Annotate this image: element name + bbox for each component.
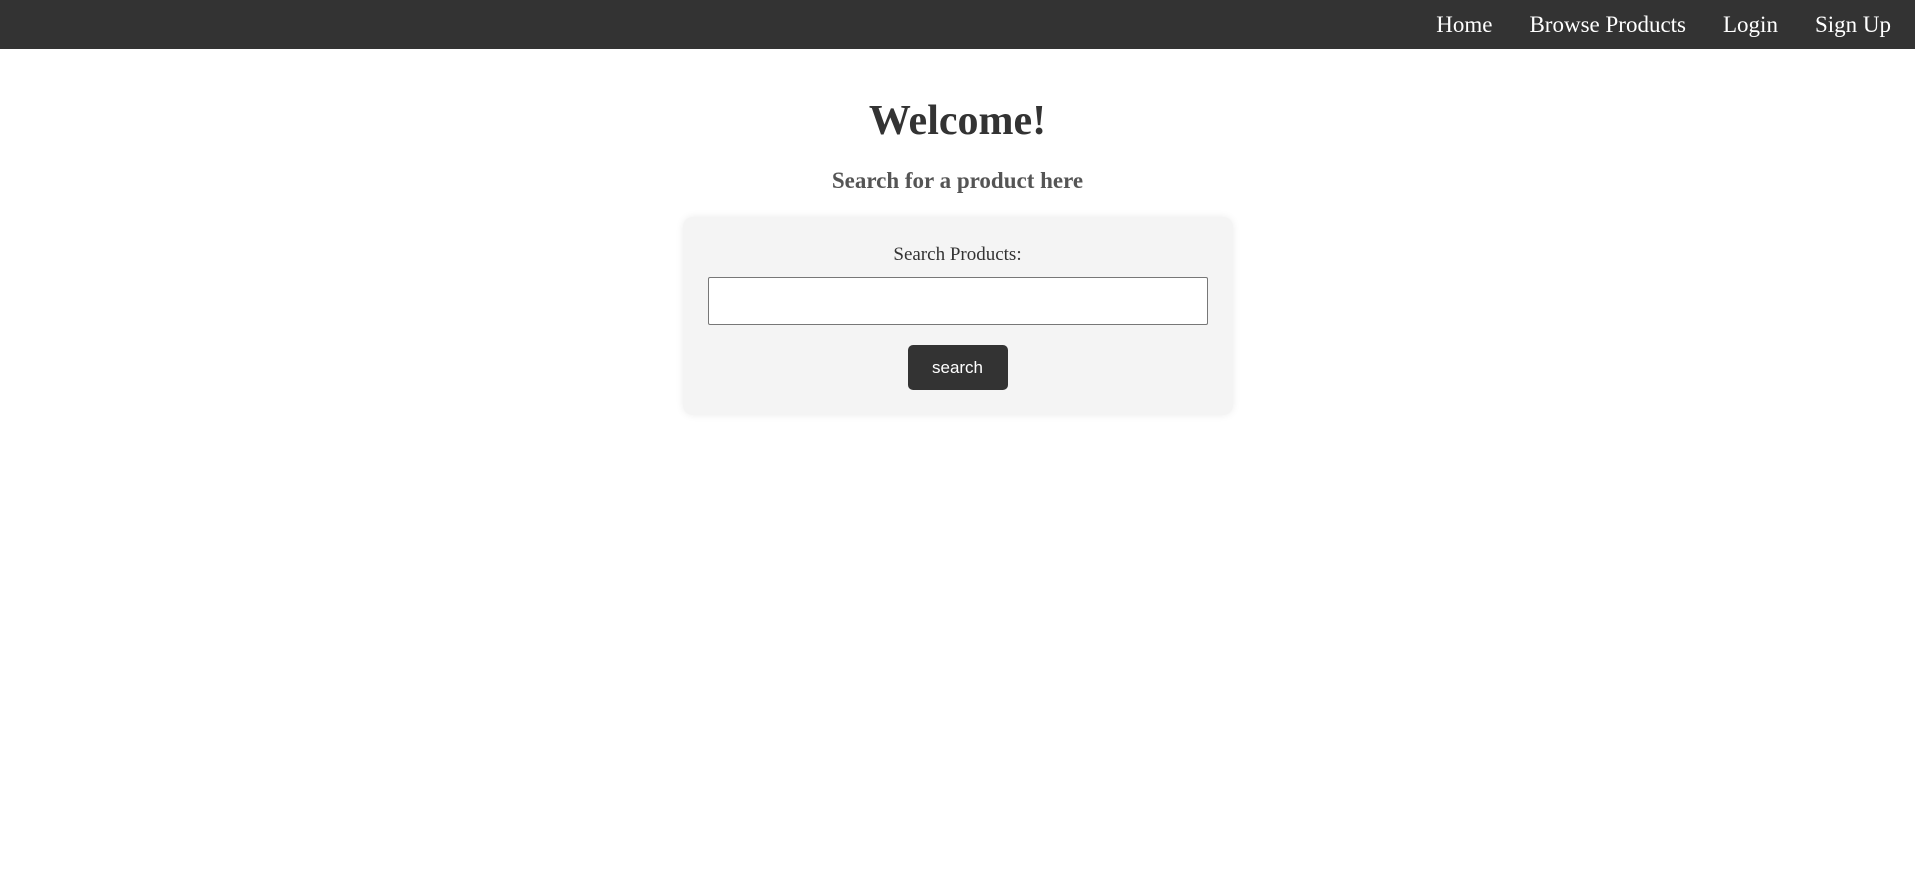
nav-link-home[interactable]: Home	[1436, 12, 1492, 38]
page-subtitle: Search for a product here	[831, 168, 1084, 193]
search-input[interactable]	[707, 277, 1208, 325]
nav-link-sign-up[interactable]: Sign Up	[1815, 12, 1891, 38]
search-card: Search Products: search	[682, 217, 1233, 415]
nav-link-login[interactable]: Login	[1723, 12, 1778, 38]
page-title: Welcome!	[868, 98, 1047, 144]
nav-link-browse-products[interactable]: Browse Products	[1529, 12, 1686, 38]
main-content: Welcome! Search for a product here Searc…	[0, 49, 1915, 415]
search-label: Search Products:	[893, 244, 1022, 265]
search-button[interactable]: search	[907, 345, 1008, 390]
top-navbar: Home Browse Products Login Sign Up	[0, 0, 1915, 49]
